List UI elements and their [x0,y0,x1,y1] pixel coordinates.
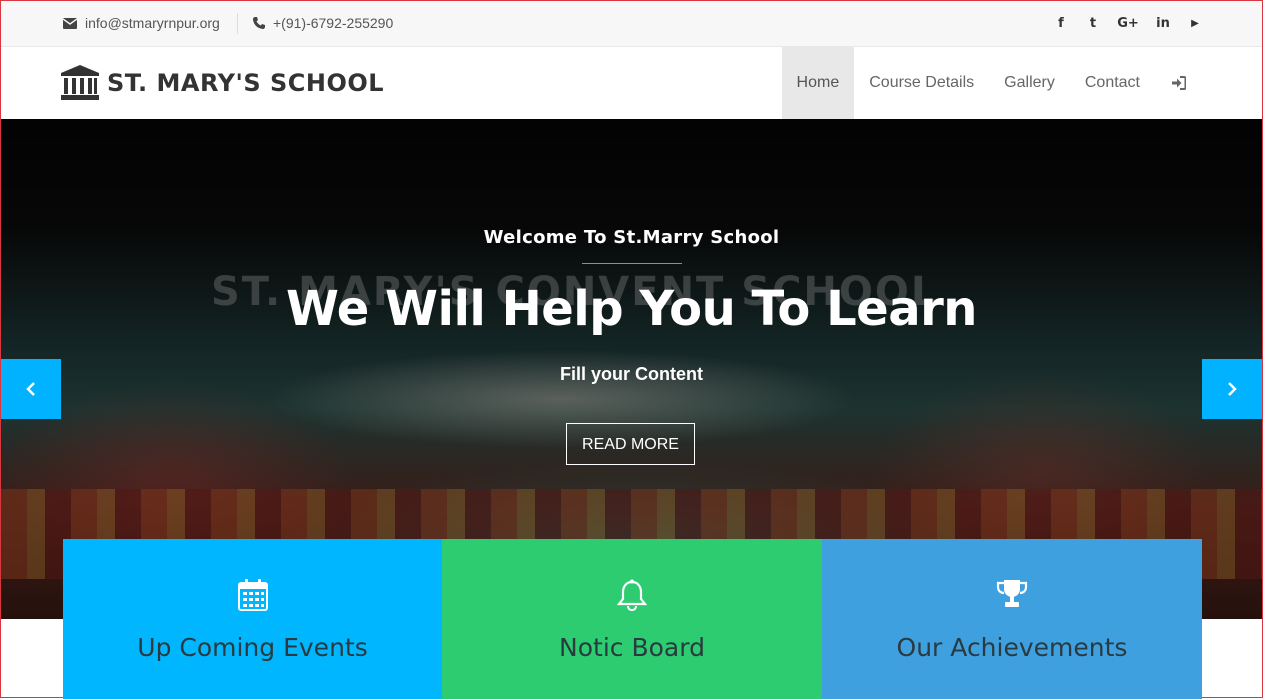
facebook-icon[interactable]: f [1054,13,1068,33]
logo-text: ST. MARY'S SCHOOL [107,69,385,97]
institution-icon [61,65,99,100]
email-contact[interactable]: info@stmaryrnpur.org [63,15,220,31]
nav-item-contact[interactable]: Contact [1070,47,1155,119]
email-text: info@stmaryrnpur.org [85,15,220,31]
envelope-icon [63,17,77,29]
hero-title: We Will Help You To Learn [286,281,977,337]
top-bar: info@stmaryrnpur.org +(91)-6792-255290 f… [1,1,1262,47]
hero-divider [582,263,682,264]
chevron-right-icon [1228,382,1237,396]
bell-icon [617,579,647,611]
hero-description: Fill your Content [560,364,703,384]
slider-prev-button[interactable] [1,359,61,419]
nav-item-course-details[interactable]: Course Details [854,47,989,119]
social-links: f t G+ in ▶ [1054,13,1202,33]
slider-next-button[interactable] [1202,359,1262,419]
phone-icon [253,17,265,29]
feature-our-achievements[interactable]: Our Achievements [822,539,1202,699]
youtube-icon[interactable]: ▶ [1188,13,1202,33]
main-navbar: ST. MARY'S SCHOOL Home Course Details Ga… [1,47,1262,119]
chevron-left-icon [26,382,35,396]
feature-notice-board[interactable]: Notic Board [442,539,822,699]
nav-menu: Home Course Details Gallery Contact [781,47,1202,119]
sign-in-icon [1172,76,1186,90]
feature-title: Our Achievements [896,633,1128,662]
calendar-icon [237,579,268,611]
hero-subtitle: Welcome To St.Marry School [483,227,780,248]
phone-text: +(91)-6792-255290 [273,15,394,31]
linkedin-icon[interactable]: in [1156,13,1170,33]
feature-title: Notic Board [559,633,705,662]
feature-title: Up Coming Events [137,633,368,662]
feature-upcoming-events[interactable]: Up Coming Events [63,539,442,699]
nav-item-login[interactable] [1155,47,1202,119]
site-logo[interactable]: ST. MARY'S SCHOOL [61,65,384,101]
read-more-button[interactable]: READ MORE [566,423,695,465]
phone-contact[interactable]: +(91)-6792-255290 [253,15,393,31]
trophy-icon [996,580,1028,607]
divider [237,13,238,34]
nav-item-home[interactable]: Home [781,47,855,119]
twitter-icon[interactable]: t [1086,13,1100,33]
nav-item-gallery[interactable]: Gallery [989,47,1070,119]
google-plus-icon[interactable]: G+ [1117,13,1139,33]
